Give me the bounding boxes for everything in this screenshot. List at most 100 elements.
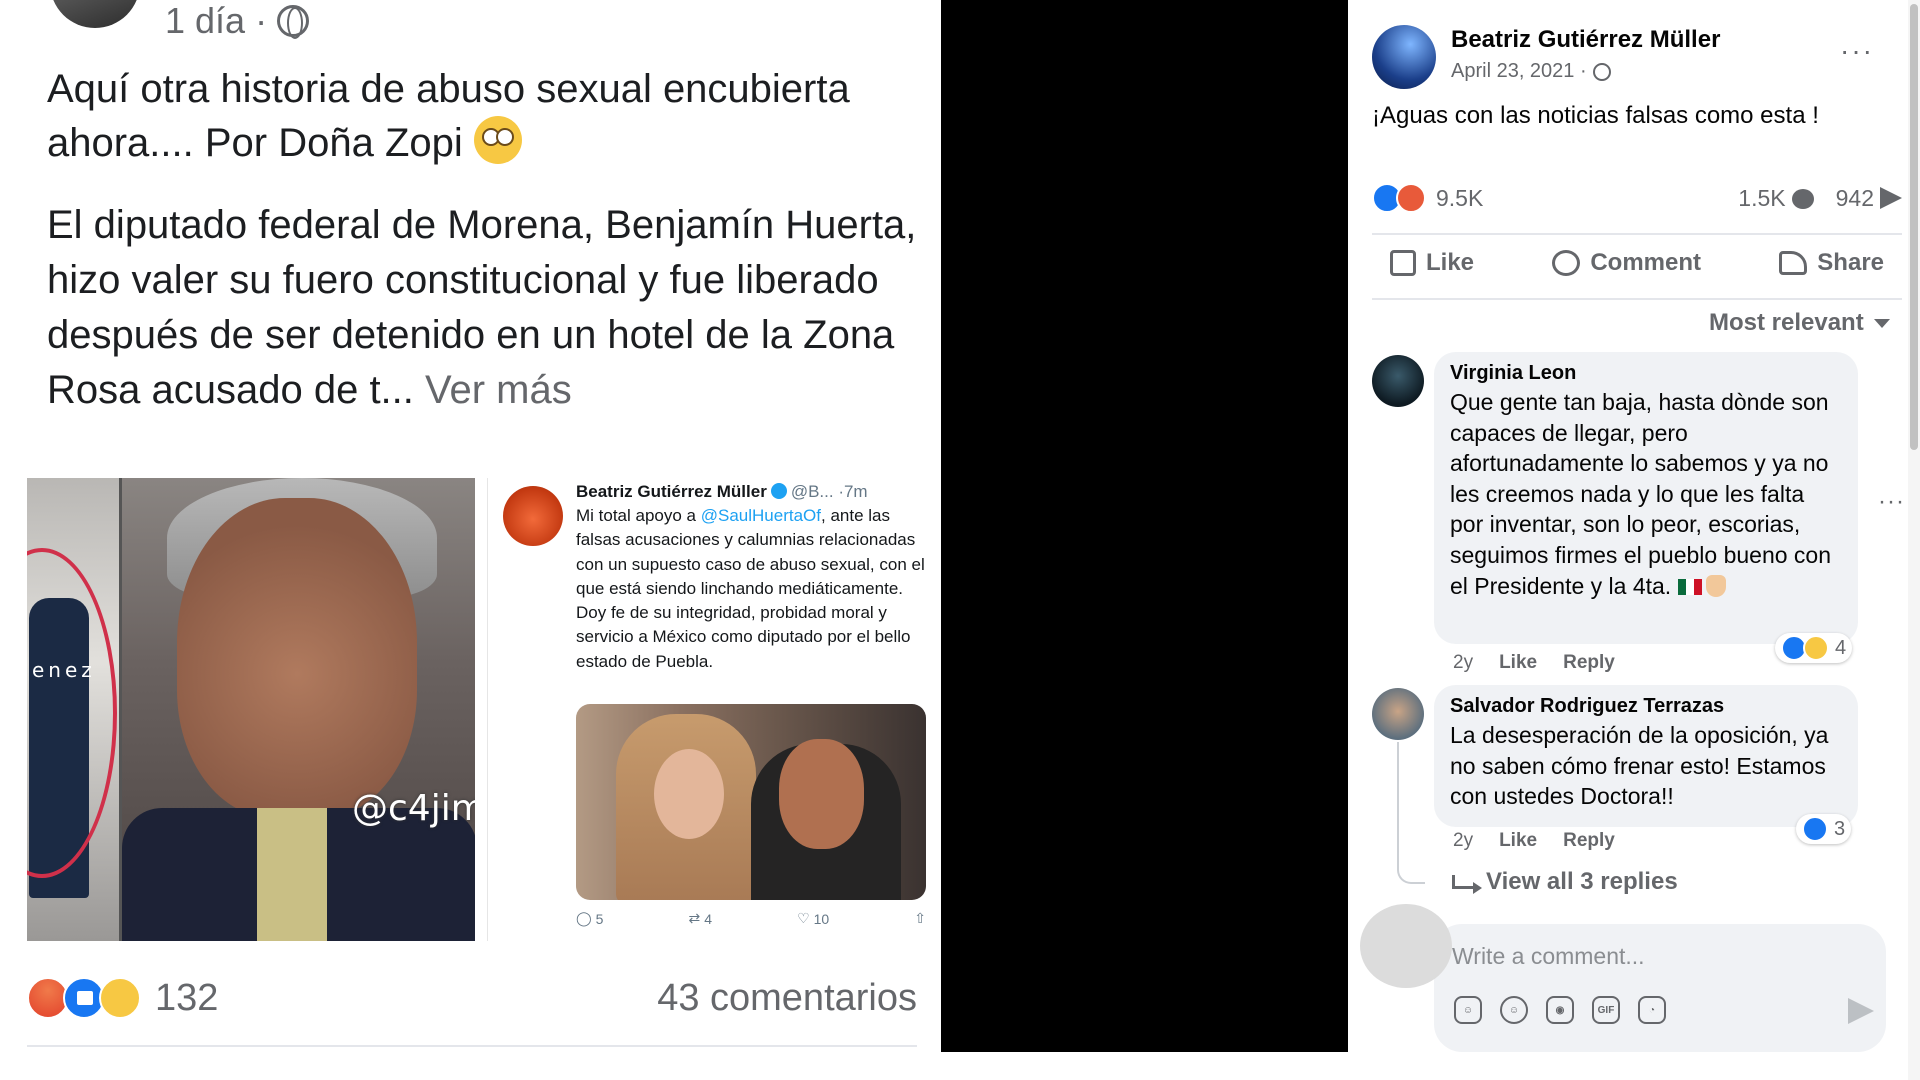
share-button[interactable]: Share: [1761, 245, 1902, 281]
actions-divider: [1372, 298, 1902, 300]
commenter-avatar[interactable]: [1372, 355, 1424, 407]
comment-text: Que gente tan baja, hasta dònde son capa…: [1450, 387, 1842, 601]
comment-text: La desesperación de la oposición, ya no …: [1450, 722, 1829, 810]
tweet-photo[interactable]: [576, 704, 926, 900]
commenter-name[interactable]: Salvador Rodriguez Terrazas: [1450, 695, 1842, 718]
comment-reactions[interactable]: 4: [1775, 633, 1853, 663]
red-circle-highlight: [27, 548, 117, 878]
right-shares-count[interactable]: 942: [1836, 185, 1902, 212]
screenshot-composite: 1 día · Aquí otra historia de abuso sexu…: [0, 0, 1920, 1080]
comment-like-button[interactable]: Like: [1499, 830, 1537, 852]
comment-reactions[interactable]: 3: [1796, 814, 1852, 844]
comment-text-body: Que gente tan baja, hasta dònde son capa…: [1450, 389, 1832, 599]
sticker-icon[interactable]: ◔: [1638, 996, 1666, 1024]
current-user-avatar[interactable]: [1360, 904, 1452, 988]
comment-options-button[interactable]: ···: [1878, 488, 1905, 516]
left-post-text: Aquí otra historia de abuso sexual encub…: [47, 62, 917, 446]
write-comment-input[interactable]: [1452, 938, 1832, 974]
post-options-button[interactable]: ···: [1840, 35, 1874, 67]
tweet-like-button[interactable]: ♡ 10: [797, 910, 829, 927]
comment-button-label: Comment: [1590, 249, 1701, 276]
reply-arrow-icon: [1452, 875, 1482, 894]
post-action-bar: Like Comment Share: [1372, 245, 1902, 281]
avatar-sticker-icon[interactable]: ☺: [1454, 996, 1482, 1024]
comment-tools: ☺ ☺ ◉ GIF ◔: [1454, 996, 1666, 1024]
left-intro-paragraph: Aquí otra historia de abuso sexual encub…: [47, 62, 917, 170]
tweet-body: Mi total apoyo a @SaulHuertaOf, ante las…: [576, 504, 926, 674]
comment-sort-dropdown[interactable]: Most relevant: [1709, 309, 1890, 337]
send-icon[interactable]: [1848, 998, 1874, 1024]
tweet-retweet-count: 4: [704, 910, 713, 927]
globe-icon: [1592, 62, 1611, 81]
comment-time[interactable]: 2y: [1453, 652, 1473, 674]
mexico-flag-icon: [1677, 578, 1702, 595]
like-reaction-icon: [1802, 816, 1828, 842]
right-post-date-text[interactable]: April 23, 2021 ·: [1451, 60, 1587, 83]
emoji-icon[interactable]: ☺: [1500, 996, 1528, 1024]
tweet-reply-button[interactable]: ◯ 5: [576, 910, 603, 927]
commenter-name[interactable]: Virginia Leon: [1450, 362, 1842, 385]
right-engagement-stats: 1.5K 942: [1738, 185, 1902, 212]
right-author-name[interactable]: Beatriz Gutiérrez Müller: [1451, 26, 1720, 54]
like-button[interactable]: Like: [1372, 245, 1492, 281]
view-replies-link[interactable]: View all 3 replies: [1452, 868, 1678, 896]
comment-time[interactable]: 2y: [1453, 830, 1473, 852]
tweet-header: Beatriz Gutiérrez Müller @B... ·7m: [576, 482, 868, 502]
right-post: Beatriz Gutiérrez Müller April 23, 2021 …: [1348, 0, 1920, 1080]
left-reactions[interactable]: 132: [27, 977, 218, 1020]
tweet-photo-woman-face: [654, 749, 724, 839]
haha-reaction-icon: [1803, 635, 1829, 661]
left-post: 1 día · Aquí otra historia de abuso sexu…: [0, 0, 940, 1050]
comment-reply-button[interactable]: Reply: [1563, 652, 1615, 674]
scrollbar[interactable]: [1908, 0, 1920, 1080]
left-divider: [27, 1045, 917, 1047]
haha-reaction-icon: [99, 977, 141, 1019]
black-separator: [941, 0, 1348, 1052]
tweet-avatar[interactable]: [503, 486, 563, 546]
embedded-tweet[interactable]: Beatriz Gutiérrez Müller @B... ·7m Mi tot…: [487, 478, 940, 941]
share-arrow-icon: [1880, 186, 1902, 209]
left-post-photo[interactable]: enez @c4jim: [27, 478, 475, 941]
tweet-author[interactable]: Beatriz Gutiérrez Müller: [576, 482, 767, 501]
tweet-photo-man-face: [779, 739, 864, 849]
tweet-actions: ◯ 5 ⇄ 4 ♡ 10 ⇧: [576, 910, 926, 927]
thumbs-up-icon: [1390, 250, 1416, 276]
reply-thread-line: [1397, 742, 1425, 884]
left-post-time[interactable]: 1 día ·: [165, 0, 267, 42]
angry-reaction-icon: [1396, 183, 1426, 213]
comment-button[interactable]: Comment: [1534, 245, 1719, 281]
left-post-meta: 1 día ·: [165, 0, 310, 42]
left-comments-count[interactable]: 43 comentarios: [657, 977, 917, 1020]
caret-down-icon: [1873, 318, 1890, 328]
comment-bubble-icon: [1791, 188, 1814, 209]
comment-meta: 2y Like Reply: [1453, 830, 1615, 852]
camera-icon[interactable]: ◉: [1546, 996, 1574, 1024]
stats-divider: [1372, 233, 1902, 235]
right-comments-count[interactable]: 1.5K: [1738, 184, 1814, 212]
upload-icon: ⇧: [914, 910, 926, 926]
retweet-icon: ⇄: [688, 910, 701, 926]
photo-banner-text: enez: [32, 658, 96, 682]
reply-icon: ◯: [576, 910, 592, 926]
left-intro-text: Aquí otra historia de abuso sexual encub…: [47, 67, 850, 165]
tweet-share-button[interactable]: ⇧: [914, 910, 926, 927]
left-post-footer: 132 43 comentarios: [27, 968, 917, 1028]
gif-icon[interactable]: GIF: [1592, 996, 1620, 1024]
view-replies-label: View all 3 replies: [1486, 868, 1678, 895]
left-author-avatar[interactable]: [50, 0, 140, 28]
right-reactions[interactable]: 9.5K: [1372, 183, 1483, 213]
verified-badge-icon: [770, 483, 787, 499]
comment-reaction-count: 3: [1834, 817, 1846, 840]
comment-like-button[interactable]: Like: [1499, 652, 1537, 674]
right-comments-number: 1.5K: [1738, 184, 1786, 211]
tweet-retweet-button[interactable]: ⇄ 4: [689, 910, 713, 927]
right-shares-number: 942: [1835, 184, 1874, 211]
scrollbar-thumb[interactable]: [1910, 4, 1918, 450]
thumbs-up-emoji-icon: [1705, 574, 1726, 597]
see-more-link[interactable]: Ver más: [425, 368, 572, 412]
comment-reply-button[interactable]: Reply: [1563, 830, 1615, 852]
tweet-mention-link[interactable]: @SaulHuertaOf: [701, 506, 821, 525]
right-author-avatar[interactable]: [1372, 25, 1436, 89]
right-post-date: April 23, 2021 ·: [1451, 60, 1611, 83]
commenter-avatar[interactable]: [1372, 688, 1424, 740]
